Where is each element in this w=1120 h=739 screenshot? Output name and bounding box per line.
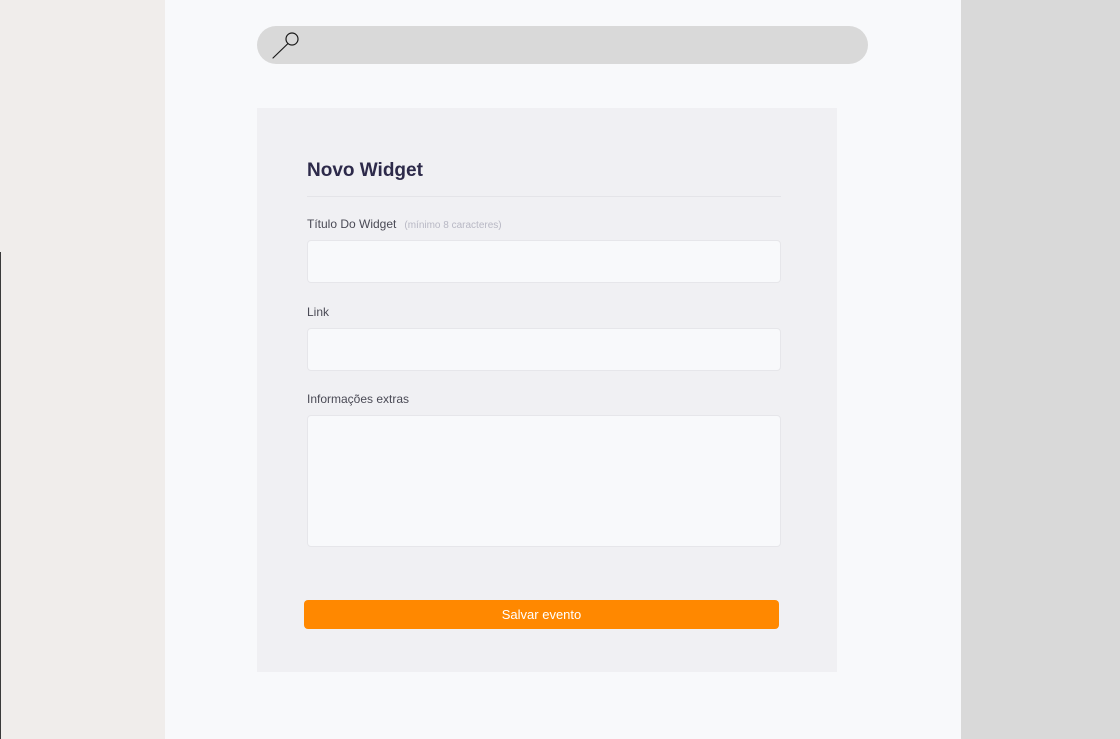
link-label: Link	[307, 305, 330, 319]
save-event-button[interactable]: Salvar evento	[304, 600, 779, 629]
left-edge-divider	[0, 252, 1, 739]
form-title: Novo Widget	[307, 160, 423, 181]
widget-title-hint: (mínimo 8 caracteres)	[404, 220, 502, 231]
title-divider	[307, 196, 781, 197]
search-icon[interactable]	[271, 30, 303, 60]
widget-title-label: Título Do Widget (mínimo 8 caracteres)	[307, 217, 502, 231]
extra-info-label: Informações extras	[307, 392, 410, 406]
search-bar[interactable]	[257, 26, 868, 64]
new-widget-form: Novo Widget Título Do Widget (mínimo 8 ca…	[257, 108, 837, 672]
widget-title-label-text: Título Do Widget	[307, 217, 397, 231]
link-input[interactable]	[307, 328, 781, 371]
widget-title-input[interactable]	[307, 240, 781, 283]
main-panel: Novo Widget Título Do Widget (mínimo 8 ca…	[165, 0, 961, 739]
extra-info-textarea[interactable]	[307, 415, 781, 547]
right-side-area	[961, 0, 1120, 739]
page: Novo Widget Título Do Widget (mínimo 8 ca…	[0, 0, 1120, 739]
